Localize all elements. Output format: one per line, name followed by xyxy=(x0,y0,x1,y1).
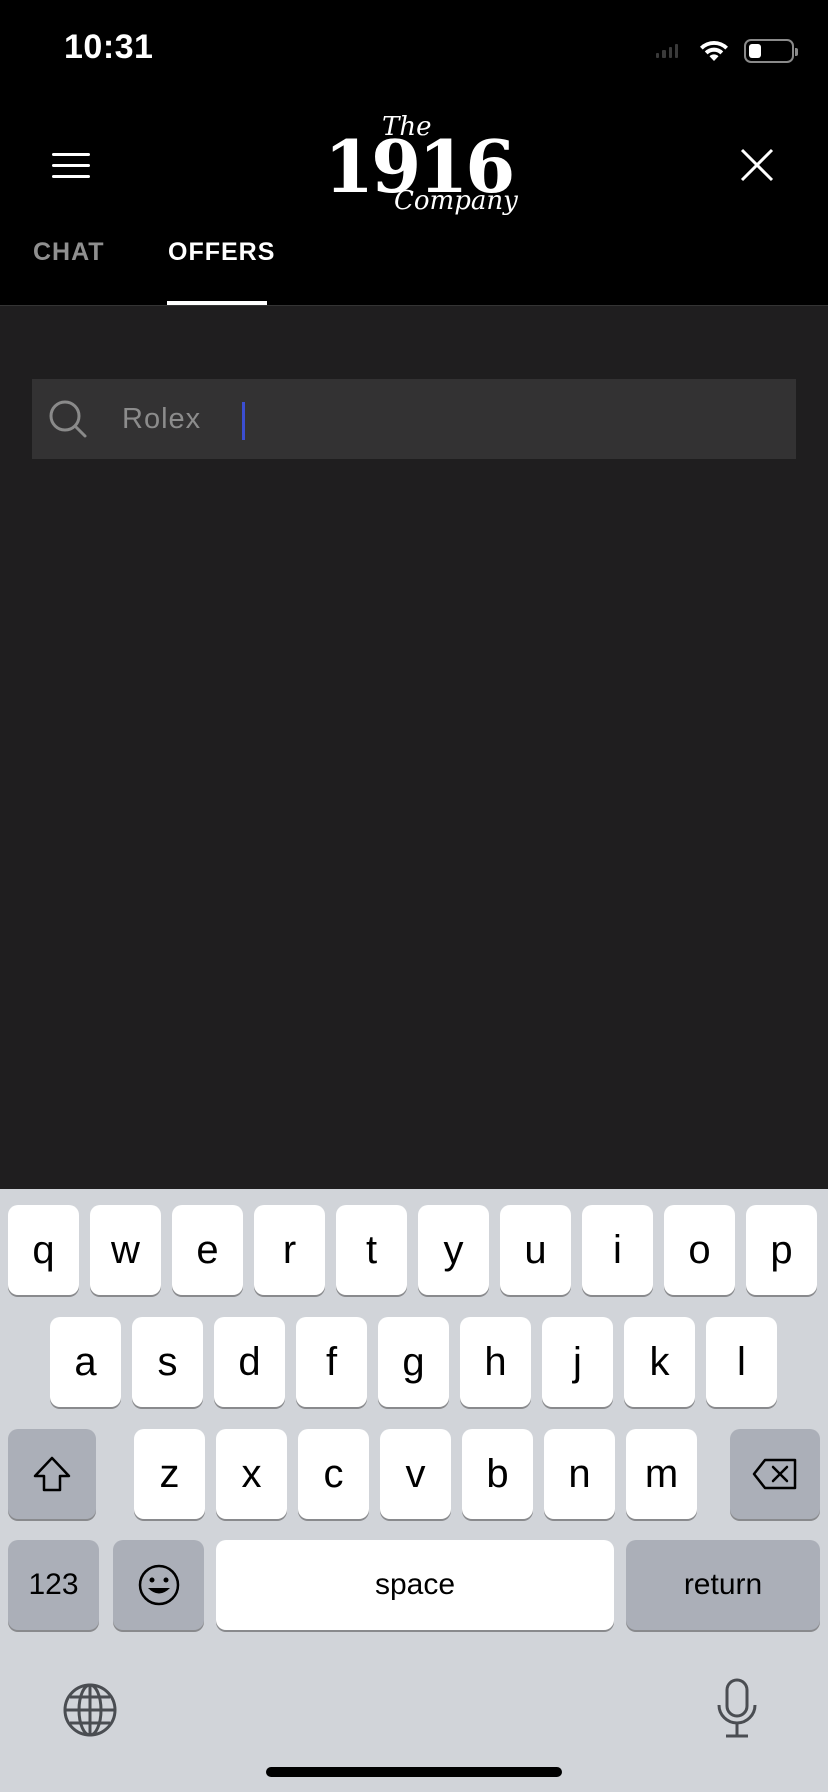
key-g[interactable]: g xyxy=(378,1317,449,1407)
key-r[interactable]: r xyxy=(254,1205,325,1295)
microphone-icon[interactable] xyxy=(714,1677,760,1741)
key-t[interactable]: t xyxy=(336,1205,407,1295)
logo-company: Company xyxy=(394,186,518,216)
emoji-key[interactable] xyxy=(113,1540,204,1630)
key-b[interactable]: b xyxy=(462,1429,533,1519)
key-d[interactable]: d xyxy=(214,1317,285,1407)
key-v[interactable]: v xyxy=(380,1429,451,1519)
tab-bar: CHAT OFFERS xyxy=(0,230,828,305)
tab-chat[interactable]: CHAT xyxy=(33,238,105,267)
key-s[interactable]: s xyxy=(132,1317,203,1407)
delete-key[interactable] xyxy=(730,1429,820,1519)
app-header: 10:31 The 1916 Company CHAT OFFERS xyxy=(0,0,828,305)
key-h[interactable]: h xyxy=(460,1317,531,1407)
status-icons xyxy=(656,34,798,68)
key-j[interactable]: j xyxy=(542,1317,613,1407)
cellular-signal-icon xyxy=(656,44,678,58)
wifi-icon xyxy=(700,40,728,61)
tab-offers[interactable]: OFFERS xyxy=(168,238,275,267)
key-z[interactable]: z xyxy=(134,1429,205,1519)
hamburger-menu-icon[interactable] xyxy=(52,150,92,182)
key-m[interactable]: m xyxy=(626,1429,697,1519)
key-k[interactable]: k xyxy=(624,1317,695,1407)
on-screen-keyboard: qwertyuiop asdfghjkl zxcvbnm 123 space r… xyxy=(0,1189,828,1792)
key-c[interactable]: c xyxy=(298,1429,369,1519)
backspace-icon xyxy=(752,1458,797,1490)
key-e[interactable]: e xyxy=(172,1205,243,1295)
search-input[interactable]: Rolex xyxy=(122,379,201,459)
battery-icon xyxy=(744,39,798,63)
key-q[interactable]: q xyxy=(8,1205,79,1295)
search-field[interactable]: Rolex xyxy=(32,379,796,459)
search-icon xyxy=(49,400,87,438)
numbers-key[interactable]: 123 xyxy=(8,1540,99,1630)
key-y[interactable]: y xyxy=(418,1205,489,1295)
key-n[interactable]: n xyxy=(544,1429,615,1519)
shift-key[interactable] xyxy=(8,1429,96,1519)
key-x[interactable]: x xyxy=(216,1429,287,1519)
status-time: 10:31 xyxy=(64,28,154,66)
key-w[interactable]: w xyxy=(90,1205,161,1295)
company-logo: The 1916 Company xyxy=(322,108,518,218)
key-u[interactable]: u xyxy=(500,1205,571,1295)
key-a[interactable]: a xyxy=(50,1317,121,1407)
close-icon[interactable] xyxy=(736,144,778,186)
key-f[interactable]: f xyxy=(296,1317,367,1407)
return-key[interactable]: return xyxy=(626,1540,820,1630)
key-i[interactable]: i xyxy=(582,1205,653,1295)
header-divider xyxy=(0,305,828,306)
shift-icon xyxy=(33,1456,71,1492)
key-p[interactable]: p xyxy=(746,1205,817,1295)
emoji-icon xyxy=(138,1564,179,1606)
key-o[interactable]: o xyxy=(664,1205,735,1295)
globe-icon[interactable] xyxy=(62,1682,118,1738)
home-indicator xyxy=(266,1767,562,1777)
space-key[interactable]: space xyxy=(216,1540,614,1630)
key-l[interactable]: l xyxy=(706,1317,777,1407)
text-cursor xyxy=(242,402,245,440)
